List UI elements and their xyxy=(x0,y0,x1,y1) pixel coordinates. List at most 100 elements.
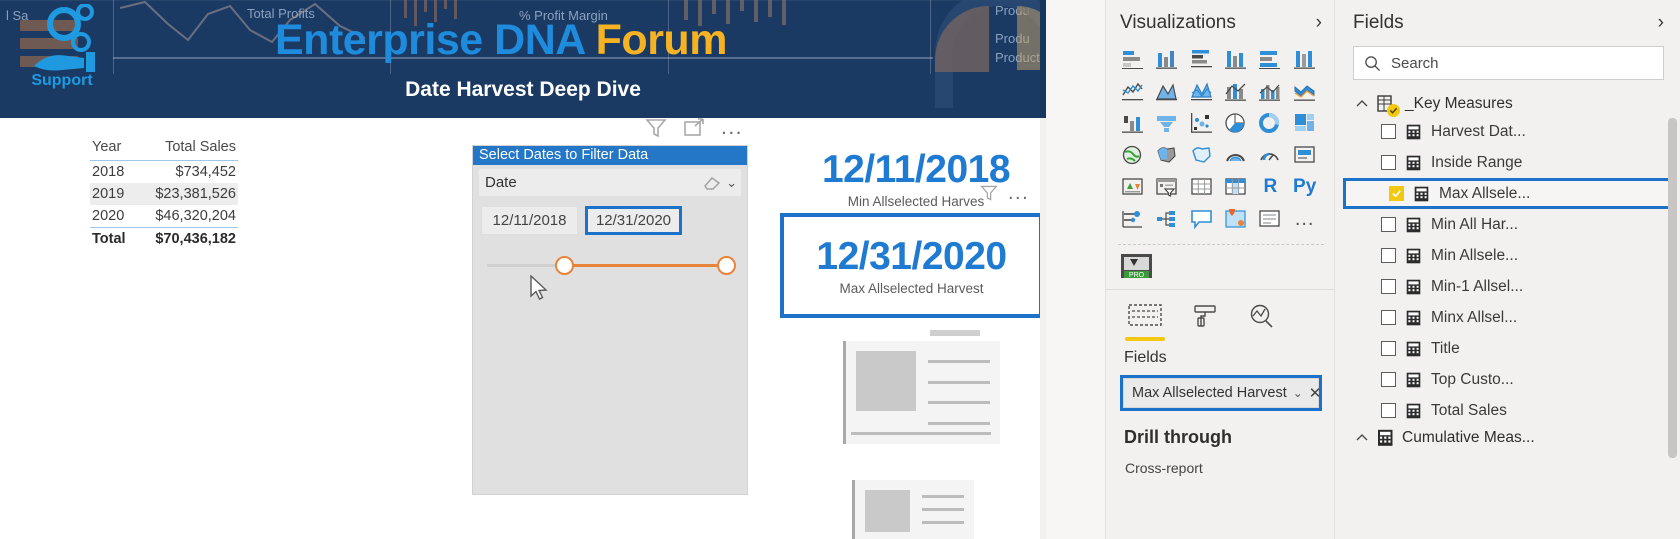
waterfall-chart-icon[interactable] xyxy=(1118,110,1148,136)
clustered-bar-chart-icon[interactable] xyxy=(1187,46,1217,72)
calculator-icon xyxy=(1378,429,1393,446)
line-clustered-column-icon[interactable] xyxy=(1255,78,1285,104)
field-checkbox[interactable] xyxy=(1381,341,1396,356)
shape-map-icon[interactable] xyxy=(1187,142,1217,168)
card-icon[interactable] xyxy=(1290,142,1320,168)
paginated-report-icon[interactable] xyxy=(1255,206,1285,232)
field-item-min-all-har[interactable]: Min All Har... xyxy=(1335,209,1680,240)
fields-tab[interactable] xyxy=(1125,304,1165,341)
pie-chart-icon[interactable] xyxy=(1221,110,1251,136)
funnel-icon[interactable] xyxy=(645,117,667,139)
get-more-visuals-icon[interactable]: ... xyxy=(1290,206,1320,232)
field-checkbox[interactable] xyxy=(1389,186,1404,201)
chevron-right-icon[interactable]: › xyxy=(1658,12,1664,34)
field-item-min-allselected[interactable]: Min Allsele... xyxy=(1335,240,1680,271)
slicer-range-slider[interactable] xyxy=(487,253,736,279)
field-item-top-custo[interactable]: Top Custo... xyxy=(1335,364,1680,395)
wireframe-strip xyxy=(930,330,980,336)
field-group-cumulative-measures[interactable]: Cumulative Meas... xyxy=(1335,426,1680,450)
matrix-icon[interactable] xyxy=(1221,174,1251,200)
total-sales-table[interactable]: Year Total Sales 2018 $734,452 2019 $23,… xyxy=(90,138,238,250)
azure-map-icon[interactable] xyxy=(1221,142,1251,168)
field-item-minx-allsel[interactable]: Minx Allsel... xyxy=(1335,302,1680,333)
chevron-up-icon[interactable] xyxy=(1355,97,1369,111)
chevron-up-icon[interactable] xyxy=(1355,431,1369,445)
fields-scrollbar-thumb[interactable] xyxy=(1668,118,1677,458)
chevron-down-icon[interactable]: ⌄ xyxy=(1293,386,1303,400)
chevron-down-icon[interactable]: ⌄ xyxy=(726,175,737,191)
more-options-icon[interactable]: ... xyxy=(721,117,743,138)
column-header-year[interactable]: Year xyxy=(90,138,136,161)
scatter-chart-icon[interactable] xyxy=(1187,110,1217,136)
filled-map-icon[interactable] xyxy=(1152,142,1182,168)
max-harvest-card[interactable]: 12/31/2020 Max Allselected Harvest xyxy=(780,213,1043,318)
key-influencers-icon[interactable] xyxy=(1118,206,1148,232)
close-icon[interactable]: ✕ xyxy=(1309,384,1322,402)
slider-handle-end[interactable] xyxy=(717,256,736,275)
gauge-icon[interactable] xyxy=(1255,142,1285,168)
power-bi-pro-visual-icon[interactable]: PRO xyxy=(1120,253,1154,281)
eraser-icon[interactable] xyxy=(702,175,722,191)
treemap-icon[interactable] xyxy=(1290,110,1320,136)
date-slicer[interactable]: Select Dates to Filter Data Date ⌄ 12/11… xyxy=(472,145,748,495)
q-and-a-icon[interactable] xyxy=(1187,206,1217,232)
table-row[interactable]: 2019 $23,381,526 xyxy=(90,183,238,205)
focus-mode-icon[interactable] xyxy=(683,117,705,139)
table-row[interactable]: 2020 $46,320,204 xyxy=(90,205,238,228)
field-item-harvest-dat[interactable]: Harvest Dat... xyxy=(1335,116,1680,147)
stacked-bar-chart-icon[interactable] xyxy=(1118,46,1148,72)
field-item-total-sales[interactable]: Total Sales xyxy=(1335,395,1680,426)
visualizations-pane: Visualizations › R Py ... PRO Fields Max… xyxy=(1106,0,1335,539)
format-tab[interactable] xyxy=(1192,304,1218,333)
arcgis-map-icon[interactable] xyxy=(1221,206,1251,232)
analytics-tab[interactable] xyxy=(1248,304,1274,333)
field-checkbox[interactable] xyxy=(1381,124,1396,139)
line-chart-icon[interactable] xyxy=(1118,78,1148,104)
stacked-column-chart-icon[interactable] xyxy=(1152,46,1182,72)
100-stacked-column-chart-icon[interactable] xyxy=(1290,46,1320,72)
field-checkbox[interactable] xyxy=(1381,310,1396,325)
chevron-right-icon[interactable]: › xyxy=(1316,12,1322,34)
python-visual-icon[interactable]: Py xyxy=(1290,174,1320,200)
more-options-icon[interactable]: ... xyxy=(1008,183,1029,203)
map-icon[interactable] xyxy=(1118,142,1148,168)
slicer-field-row[interactable]: Date ⌄ xyxy=(479,169,741,196)
kpi-icon[interactable] xyxy=(1118,174,1148,200)
funnel-icon[interactable] xyxy=(980,184,998,202)
search-input[interactable]: Search xyxy=(1353,46,1664,80)
field-group-key-measures[interactable]: _Key Measures xyxy=(1335,92,1680,117)
field-checkbox[interactable] xyxy=(1381,217,1396,232)
100-stacked-bar-chart-icon[interactable] xyxy=(1255,46,1285,72)
area-chart-icon[interactable] xyxy=(1152,78,1182,104)
column-header-total-sales[interactable]: Total Sales xyxy=(135,138,238,161)
field-checkbox[interactable] xyxy=(1381,279,1396,294)
field-item-title[interactable]: Title xyxy=(1335,333,1680,364)
donut-chart-icon[interactable] xyxy=(1255,110,1285,136)
calculator-icon xyxy=(1406,279,1421,294)
cell-total-sales: $46,320,204 xyxy=(155,208,236,224)
slicer-end-date-input[interactable]: 12/31/2020 xyxy=(585,206,682,235)
clustered-column-chart-icon[interactable] xyxy=(1221,46,1251,72)
line-stacked-column-icon[interactable] xyxy=(1221,78,1251,104)
field-checkbox[interactable] xyxy=(1381,372,1396,387)
banner-vline-4 xyxy=(930,0,931,74)
field-item-min-1-allsel[interactable]: Min-1 Allsel... xyxy=(1335,271,1680,302)
slicer-icon[interactable] xyxy=(1152,174,1182,200)
table-icon[interactable] xyxy=(1187,174,1217,200)
ribbon-chart-icon[interactable] xyxy=(1290,78,1320,104)
field-checkbox[interactable] xyxy=(1381,248,1396,263)
field-checkbox[interactable] xyxy=(1381,155,1396,170)
report-subtitle: Date Harvest Deep Dive xyxy=(405,78,641,101)
slicer-start-date-input[interactable]: 12/11/2018 xyxy=(481,206,578,235)
table-row[interactable]: 2018 $734,452 xyxy=(90,161,238,184)
funnel-chart-icon[interactable] xyxy=(1152,110,1182,136)
stacked-area-chart-icon[interactable] xyxy=(1187,78,1217,104)
decomposition-tree-icon[interactable] xyxy=(1152,206,1182,232)
slider-handle-start[interactable] xyxy=(555,256,574,275)
field-item-max-allselected[interactable]: Max Allsele... xyxy=(1343,178,1674,209)
field-checkbox[interactable] xyxy=(1381,403,1396,418)
r-script-visual-icon[interactable]: R xyxy=(1255,174,1285,200)
field-well-chip[interactable]: Max Allselected Harvest ⌄ ✕ xyxy=(1123,378,1322,408)
field-item-inside-range[interactable]: Inside Range xyxy=(1335,147,1680,178)
field-well-chip-label: Max Allselected Harvest xyxy=(1132,385,1287,401)
